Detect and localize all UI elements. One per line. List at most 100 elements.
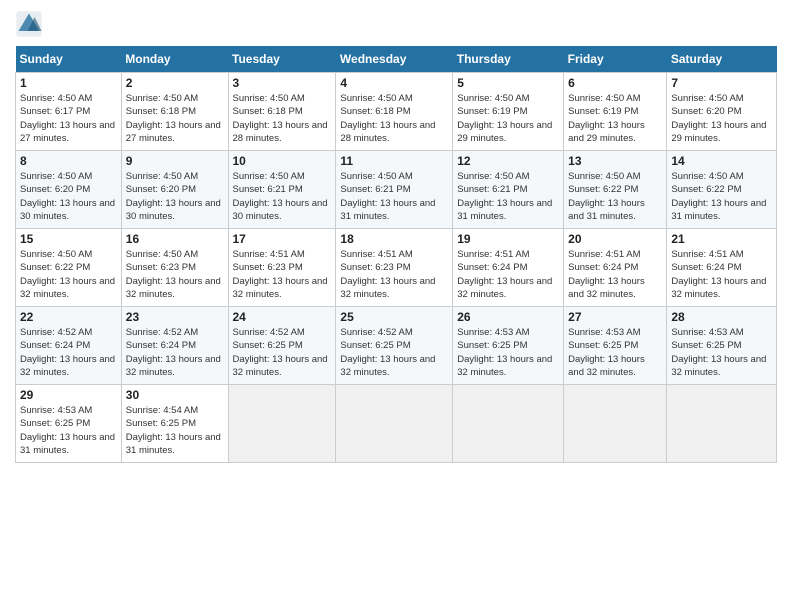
- day-number: 25: [340, 310, 448, 324]
- calendar-cell: 6 Sunrise: 4:50 AM Sunset: 6:19 PM Dayli…: [564, 73, 667, 151]
- calendar-cell: 4 Sunrise: 4:50 AM Sunset: 6:18 PM Dayli…: [336, 73, 453, 151]
- calendar-cell: 24 Sunrise: 4:52 AM Sunset: 6:25 PM Dayl…: [228, 307, 336, 385]
- day-info: Sunrise: 4:53 AM Sunset: 6:25 PM Dayligh…: [457, 326, 559, 379]
- day-info: Sunrise: 4:51 AM Sunset: 6:24 PM Dayligh…: [568, 248, 662, 301]
- day-info: Sunrise: 4:54 AM Sunset: 6:25 PM Dayligh…: [126, 404, 224, 457]
- day-number: 19: [457, 232, 559, 246]
- day-info: Sunrise: 4:50 AM Sunset: 6:20 PM Dayligh…: [671, 92, 772, 145]
- day-number: 24: [233, 310, 332, 324]
- day-info: Sunrise: 4:50 AM Sunset: 6:20 PM Dayligh…: [20, 170, 117, 223]
- day-number: 16: [126, 232, 224, 246]
- calendar-table: SundayMondayTuesdayWednesdayThursdayFrid…: [15, 46, 777, 463]
- day-info: Sunrise: 4:51 AM Sunset: 6:24 PM Dayligh…: [457, 248, 559, 301]
- calendar-cell: 17 Sunrise: 4:51 AM Sunset: 6:23 PM Dayl…: [228, 229, 336, 307]
- calendar-cell: [667, 385, 777, 463]
- day-info: Sunrise: 4:50 AM Sunset: 6:19 PM Dayligh…: [568, 92, 662, 145]
- calendar-week-2: 15 Sunrise: 4:50 AM Sunset: 6:22 PM Dayl…: [16, 229, 777, 307]
- col-header-friday: Friday: [564, 46, 667, 73]
- header: [15, 10, 777, 38]
- day-number: 12: [457, 154, 559, 168]
- day-number: 23: [126, 310, 224, 324]
- day-info: Sunrise: 4:50 AM Sunset: 6:21 PM Dayligh…: [457, 170, 559, 223]
- day-number: 15: [20, 232, 117, 246]
- day-number: 3: [233, 76, 332, 90]
- col-header-thursday: Thursday: [453, 46, 564, 73]
- calendar-week-3: 22 Sunrise: 4:52 AM Sunset: 6:24 PM Dayl…: [16, 307, 777, 385]
- calendar-cell: [228, 385, 336, 463]
- day-number: 22: [20, 310, 117, 324]
- day-number: 27: [568, 310, 662, 324]
- day-info: Sunrise: 4:50 AM Sunset: 6:22 PM Dayligh…: [20, 248, 117, 301]
- calendar-cell: 26 Sunrise: 4:53 AM Sunset: 6:25 PM Dayl…: [453, 307, 564, 385]
- calendar-cell: 13 Sunrise: 4:50 AM Sunset: 6:22 PM Dayl…: [564, 151, 667, 229]
- calendar-cell: [453, 385, 564, 463]
- calendar-cell: [336, 385, 453, 463]
- calendar-cell: 18 Sunrise: 4:51 AM Sunset: 6:23 PM Dayl…: [336, 229, 453, 307]
- calendar-cell: 25 Sunrise: 4:52 AM Sunset: 6:25 PM Dayl…: [336, 307, 453, 385]
- day-number: 14: [671, 154, 772, 168]
- day-number: 1: [20, 76, 117, 90]
- day-number: 13: [568, 154, 662, 168]
- day-number: 6: [568, 76, 662, 90]
- day-info: Sunrise: 4:52 AM Sunset: 6:25 PM Dayligh…: [233, 326, 332, 379]
- calendar-week-4: 29 Sunrise: 4:53 AM Sunset: 6:25 PM Dayl…: [16, 385, 777, 463]
- calendar-cell: [564, 385, 667, 463]
- day-info: Sunrise: 4:52 AM Sunset: 6:25 PM Dayligh…: [340, 326, 448, 379]
- calendar-week-0: 1 Sunrise: 4:50 AM Sunset: 6:17 PM Dayli…: [16, 73, 777, 151]
- day-number: 4: [340, 76, 448, 90]
- day-info: Sunrise: 4:53 AM Sunset: 6:25 PM Dayligh…: [20, 404, 117, 457]
- calendar-cell: 14 Sunrise: 4:50 AM Sunset: 6:22 PM Dayl…: [667, 151, 777, 229]
- calendar-cell: 15 Sunrise: 4:50 AM Sunset: 6:22 PM Dayl…: [16, 229, 122, 307]
- day-number: 5: [457, 76, 559, 90]
- calendar-cell: 23 Sunrise: 4:52 AM Sunset: 6:24 PM Dayl…: [121, 307, 228, 385]
- day-number: 2: [126, 76, 224, 90]
- calendar-cell: 2 Sunrise: 4:50 AM Sunset: 6:18 PM Dayli…: [121, 73, 228, 151]
- day-number: 7: [671, 76, 772, 90]
- day-info: Sunrise: 4:50 AM Sunset: 6:17 PM Dayligh…: [20, 92, 117, 145]
- calendar-cell: 9 Sunrise: 4:50 AM Sunset: 6:20 PM Dayli…: [121, 151, 228, 229]
- calendar-cell: 3 Sunrise: 4:50 AM Sunset: 6:18 PM Dayli…: [228, 73, 336, 151]
- day-info: Sunrise: 4:51 AM Sunset: 6:23 PM Dayligh…: [340, 248, 448, 301]
- col-header-tuesday: Tuesday: [228, 46, 336, 73]
- day-info: Sunrise: 4:51 AM Sunset: 6:23 PM Dayligh…: [233, 248, 332, 301]
- logo: [15, 10, 47, 38]
- day-number: 11: [340, 154, 448, 168]
- day-info: Sunrise: 4:52 AM Sunset: 6:24 PM Dayligh…: [126, 326, 224, 379]
- day-number: 21: [671, 232, 772, 246]
- calendar-cell: 29 Sunrise: 4:53 AM Sunset: 6:25 PM Dayl…: [16, 385, 122, 463]
- calendar-cell: 10 Sunrise: 4:50 AM Sunset: 6:21 PM Dayl…: [228, 151, 336, 229]
- calendar-cell: 28 Sunrise: 4:53 AM Sunset: 6:25 PM Dayl…: [667, 307, 777, 385]
- logo-icon: [15, 10, 43, 38]
- day-info: Sunrise: 4:50 AM Sunset: 6:22 PM Dayligh…: [568, 170, 662, 223]
- calendar-cell: 11 Sunrise: 4:50 AM Sunset: 6:21 PM Dayl…: [336, 151, 453, 229]
- col-header-monday: Monday: [121, 46, 228, 73]
- day-number: 29: [20, 388, 117, 402]
- calendar-week-1: 8 Sunrise: 4:50 AM Sunset: 6:20 PM Dayli…: [16, 151, 777, 229]
- day-info: Sunrise: 4:50 AM Sunset: 6:21 PM Dayligh…: [340, 170, 448, 223]
- day-info: Sunrise: 4:52 AM Sunset: 6:24 PM Dayligh…: [20, 326, 117, 379]
- calendar-cell: 30 Sunrise: 4:54 AM Sunset: 6:25 PM Dayl…: [121, 385, 228, 463]
- calendar-cell: 21 Sunrise: 4:51 AM Sunset: 6:24 PM Dayl…: [667, 229, 777, 307]
- calendar-cell: 8 Sunrise: 4:50 AM Sunset: 6:20 PM Dayli…: [16, 151, 122, 229]
- day-info: Sunrise: 4:50 AM Sunset: 6:22 PM Dayligh…: [671, 170, 772, 223]
- day-info: Sunrise: 4:50 AM Sunset: 6:18 PM Dayligh…: [340, 92, 448, 145]
- day-number: 8: [20, 154, 117, 168]
- day-info: Sunrise: 4:53 AM Sunset: 6:25 PM Dayligh…: [671, 326, 772, 379]
- calendar-cell: 7 Sunrise: 4:50 AM Sunset: 6:20 PM Dayli…: [667, 73, 777, 151]
- day-info: Sunrise: 4:50 AM Sunset: 6:19 PM Dayligh…: [457, 92, 559, 145]
- day-number: 17: [233, 232, 332, 246]
- calendar-cell: 20 Sunrise: 4:51 AM Sunset: 6:24 PM Dayl…: [564, 229, 667, 307]
- col-header-saturday: Saturday: [667, 46, 777, 73]
- day-info: Sunrise: 4:53 AM Sunset: 6:25 PM Dayligh…: [568, 326, 662, 379]
- calendar-cell: 16 Sunrise: 4:50 AM Sunset: 6:23 PM Dayl…: [121, 229, 228, 307]
- day-info: Sunrise: 4:50 AM Sunset: 6:20 PM Dayligh…: [126, 170, 224, 223]
- calendar-cell: 5 Sunrise: 4:50 AM Sunset: 6:19 PM Dayli…: [453, 73, 564, 151]
- day-info: Sunrise: 4:51 AM Sunset: 6:24 PM Dayligh…: [671, 248, 772, 301]
- day-number: 18: [340, 232, 448, 246]
- day-info: Sunrise: 4:50 AM Sunset: 6:18 PM Dayligh…: [233, 92, 332, 145]
- calendar-cell: 22 Sunrise: 4:52 AM Sunset: 6:24 PM Dayl…: [16, 307, 122, 385]
- calendar-cell: 12 Sunrise: 4:50 AM Sunset: 6:21 PM Dayl…: [453, 151, 564, 229]
- col-header-sunday: Sunday: [16, 46, 122, 73]
- day-info: Sunrise: 4:50 AM Sunset: 6:21 PM Dayligh…: [233, 170, 332, 223]
- day-number: 20: [568, 232, 662, 246]
